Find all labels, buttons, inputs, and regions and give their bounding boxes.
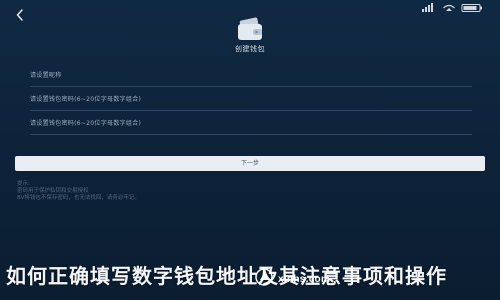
wifi-icon [443,4,455,11]
notes-heading: 提示: [17,181,30,187]
back-chevron-icon [16,9,23,21]
nickname-placeholder: 请设置昵称 [30,72,62,79]
watermark-banner: 如何正确填写数字钱包地址及其注意事项和操作 [6,264,447,288]
confirm-password-field[interactable]: 请设置钱包密码(6~20位字母数字组合) [30,114,472,135]
create-wallet-screen: 创建钱包 请设置昵称 请设置钱包密码(6~20位字母数字组合) 请设置钱包密码(… [0,0,500,300]
watermark-site: xinhs.com [278,274,331,285]
notes-line: BV将钱包不保存密码，也无法找回，请务必牢记。 [17,195,140,201]
confirm-password-placeholder: 请设置钱包密码(6~20位字母数字组合) [30,120,142,127]
back-button[interactable] [13,7,29,23]
status-icons [422,3,482,12]
battery-icon [461,4,482,12]
notes-line: 密码用于保护私钥和交易授权 [17,188,89,194]
notes: 提示: 密码用于保护私钥和交易授权 BV将钱包不保存密码，也无法找回，请务必牢记… [17,181,417,202]
signal-icon [422,3,433,12]
nickname-field[interactable]: 请设置昵称 [30,66,472,87]
password-field[interactable]: 请设置钱包密码(6~20位字母数字组合) [30,90,472,111]
site-logo-icon [255,268,273,286]
password-placeholder: 请设置钱包密码(6~20位字母数字组合) [30,96,142,103]
next-button[interactable]: 下一步 [15,156,485,171]
page-title: 创建钱包 [235,45,265,53]
wallet-icon [238,17,262,40]
